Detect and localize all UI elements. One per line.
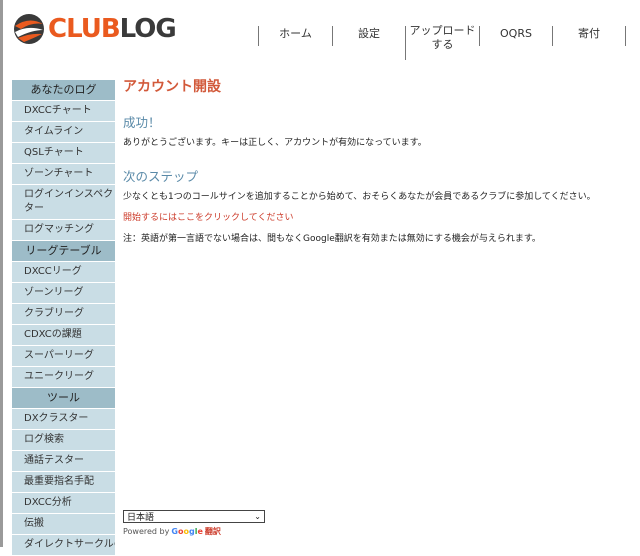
window-left-edge [0, 0, 3, 547]
sidebar-item-club-league[interactable]: クラブリーグ [12, 304, 115, 325]
sidebar-item-timeline[interactable]: タイムライン [12, 122, 115, 143]
sidebar: あなたのログ DXCCチャート タイムライン QSLチャート ゾーンチャート ロ… [12, 80, 115, 556]
sidebar-item-most-wanted[interactable]: 最重要指名手配 [12, 472, 115, 493]
sidebar-item-dxcc-chart[interactable]: DXCCチャート [12, 101, 115, 122]
sidebar-item-dxcc-analysis[interactable]: DXCC分析 [12, 493, 115, 514]
sidebar-item-log-inspector[interactable]: ログインインスペクター [12, 185, 115, 220]
next-steps-heading: 次のステップ [123, 169, 199, 184]
powered-by-google: Powered by Google 翻訳 [123, 526, 221, 537]
start-link[interactable]: 開始するにはここをクリックしてください [123, 212, 628, 225]
sidebar-item-great-circle[interactable]: ダイレクトサークルの旅 [12, 535, 115, 556]
language-select-value: 日本語 [127, 513, 155, 523]
logo-swirl-icon [14, 14, 44, 44]
sidebar-header-league-tables: リーグテーブル [12, 241, 115, 262]
chevron-down-icon: ⌄ [254, 512, 261, 521]
sidebar-item-unique-league[interactable]: ユニークリーグ [12, 367, 115, 388]
sidebar-item-log-matching[interactable]: ログマッチング [12, 220, 115, 241]
top-navigation: ホーム 設定 アップロード する OQRS 寄付 [258, 22, 626, 60]
sidebar-item-zone-league[interactable]: ゾーンリーグ [12, 283, 115, 304]
sidebar-header-your-log: あなたのログ [12, 80, 115, 101]
sidebar-item-zone-chart[interactable]: ゾーンチャート [12, 164, 115, 185]
page-title: アカウント開設 [123, 79, 221, 95]
logo-text: CLUBLOG [48, 14, 177, 44]
main-content: アカウント開設 成功！ ありがとうございます。キーは正しく、アカウントが有効にな… [123, 76, 628, 255]
success-heading: 成功！ [123, 115, 161, 130]
google-translate-widget: 日本語 ⌄ Powered by Google 翻訳 [123, 510, 265, 537]
nav-oqrs[interactable]: OQRS [480, 22, 552, 56]
sidebar-item-log-search[interactable]: ログ検索 [12, 430, 115, 451]
nav-settings[interactable]: 設定 [333, 22, 405, 56]
nav-donate[interactable]: 寄付 [553, 22, 625, 56]
sidebar-item-dx-cluster[interactable]: DXクラスター [12, 409, 115, 430]
sidebar-item-qsl-chart[interactable]: QSLチャート [12, 143, 115, 164]
sidebar-item-super-league[interactable]: スーパーリーグ [12, 346, 115, 367]
sidebar-item-cdxc-challenge[interactable]: CDXCの課題 [12, 325, 115, 346]
success-message: ありがとうございます。キーは正しく、アカウントが有効になっています。 [123, 138, 427, 148]
nav-home[interactable]: ホーム [259, 22, 332, 56]
clublog-logo[interactable]: CLUBLOG [12, 12, 177, 46]
language-select[interactable]: 日本語 ⌄ [123, 510, 265, 523]
translation-note: 注：英語が第一言語でない場合は、間もなくGoogle翻訳を有効または無効にする機… [123, 234, 541, 244]
sidebar-item-call-tester[interactable]: 通話テスター [12, 451, 115, 472]
translate-link[interactable]: 翻訳 [205, 526, 221, 537]
google-logo[interactable]: Google [171, 527, 203, 536]
sidebar-item-propagation[interactable]: 伝搬 [12, 514, 115, 535]
nav-upload[interactable]: アップロード する [406, 22, 479, 56]
sidebar-item-dxcc-league[interactable]: DXCCリーグ [12, 262, 115, 283]
sidebar-header-tools: ツール [12, 388, 115, 409]
next-steps-message: 少なくとも1つのコールサインを追加することから始めて、おそらくあなたが会員である… [123, 192, 596, 202]
